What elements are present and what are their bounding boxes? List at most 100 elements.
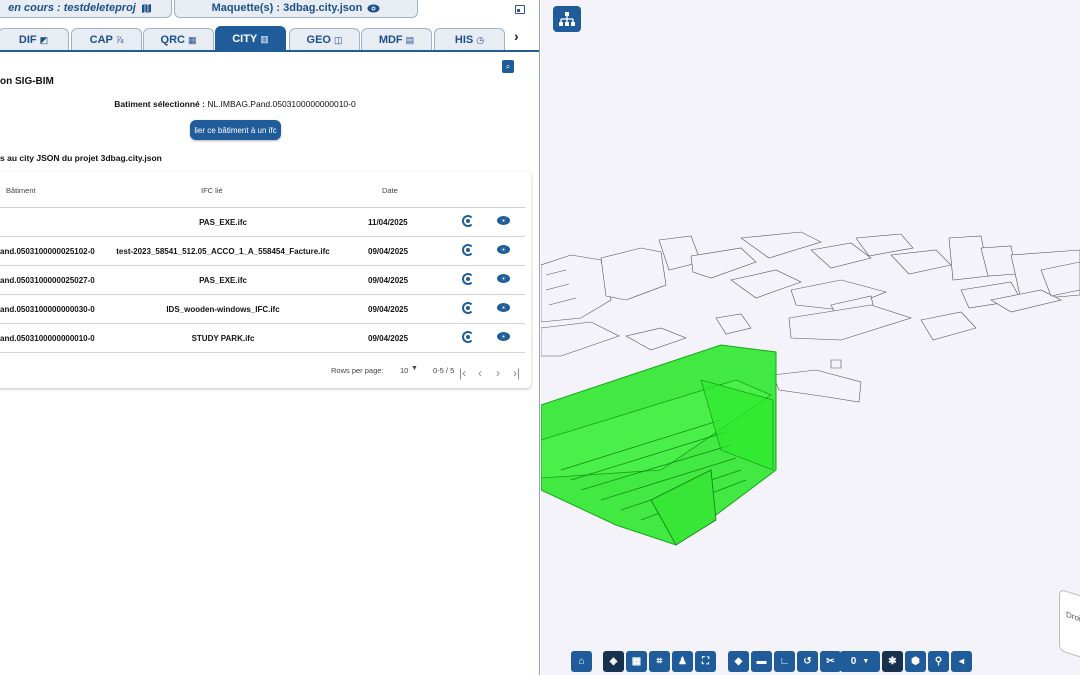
maquette-button[interactable]: Maquette(s) : 3dbag.city.json	[174, 0, 418, 18]
cube-icon[interactable]: ◈	[603, 651, 624, 672]
undo-icon[interactable]: ↺	[797, 651, 818, 672]
page-range: 0-5 / 5	[433, 366, 455, 375]
tab-qrc[interactable]: QRC ▦	[143, 28, 214, 51]
tab-dif-label: DIF	[18, 34, 37, 46]
project-button[interactable]: en cours : testdeleteproj	[0, 0, 172, 18]
eye-icon	[367, 4, 380, 12]
scissors-icon[interactable]: ✂	[820, 651, 841, 672]
viewer-toolbar: ⌂ ◈ ▦ ⌗ ♟ ⛶ ◆ ▬ ∟ ↺ ✂ 0 ▼ ✱ ⬢ ⚲ ◂	[541, 651, 1080, 674]
locate-icon[interactable]	[462, 215, 474, 227]
cell-date: 11/04/2025	[368, 218, 408, 227]
highlighted-building[interactable]	[541, 344, 777, 546]
tab-qrc-label: QRC	[160, 34, 185, 46]
cell-batiment: and.0503100000000030-0	[0, 305, 95, 314]
selected-building-label: Batiment sélectionné :	[114, 99, 205, 109]
qrc-icon: ▦	[187, 34, 197, 45]
cell-date: 09/04/2025	[368, 276, 409, 285]
settings-icon[interactable]: ✱	[882, 651, 903, 672]
tab-his-label: HIS	[454, 34, 474, 46]
eye-icon[interactable]	[497, 332, 510, 341]
table-row[interactable]: and.0503100000000030-0 IDS_wooden-window…	[0, 295, 525, 324]
header-ifc[interactable]: IFC lié	[201, 186, 223, 195]
table-row[interactable]: and.0503100000025027-0 PAS_EXE.ifc 09/04…	[0, 266, 525, 295]
eraser-icon[interactable]: ◆	[728, 651, 749, 672]
cell-batiment: and.0503100000000010-0	[0, 334, 95, 343]
links-table: Bâtiment IFC lié Date PAS_EXE.ifc 11/04/…	[0, 172, 531, 388]
left-panel: en cours : testdeleteproj Maquette(s) : …	[0, 0, 540, 675]
cell-date: 09/04/2025	[368, 334, 409, 343]
links-title: s au city JSON du projet 3dbag.city.json	[0, 153, 162, 163]
table-row[interactable]: and.0503100000025102-0 test-2023_58541_5…	[0, 237, 525, 266]
mdf-icon: ▤	[405, 34, 415, 45]
tab-mdf[interactable]: MDF ▤	[361, 28, 432, 51]
city-buildings	[541, 231, 1080, 403]
city-scene[interactable]	[541, 0, 1080, 675]
eye-icon[interactable]	[497, 245, 510, 254]
history-icon: ◷	[476, 34, 485, 45]
search-document-icon[interactable]: ⌕	[502, 60, 514, 73]
dropdown-caret-icon: ▼	[862, 658, 870, 665]
select-caret-icon[interactable]: ▼	[411, 365, 418, 372]
tabs-next-chevron-icon[interactable]: ›	[514, 28, 519, 44]
structure-tree-button[interactable]	[553, 6, 581, 32]
crop-icon[interactable]: ⌗	[649, 651, 670, 672]
tab-geo[interactable]: GEO ◫	[289, 28, 360, 51]
locate-icon[interactable]	[462, 302, 474, 314]
tab-cap[interactable]: CAP ⅞	[71, 28, 142, 51]
pin-icon[interactable]: ⚲	[928, 651, 949, 672]
cell-ifc: test-2023_58541_512.05_ACCO_1_A_558454_F…	[116, 247, 330, 256]
cell-ifc: IDS_wooden-windows_IFC.ifc	[166, 305, 280, 314]
cell-date: 09/04/2025	[368, 305, 409, 314]
header-date[interactable]: Date	[382, 186, 398, 195]
prev-page-icon[interactable]: ‹	[478, 366, 482, 380]
home-icon[interactable]: ⌂	[571, 651, 592, 672]
ruler-icon[interactable]: ▬	[751, 651, 772, 672]
cell-batiment: and.0503100000025027-0	[0, 276, 95, 285]
tab-dif[interactable]: DIF ◩	[0, 28, 69, 51]
cell-batiment: and.0503100000025102-0	[0, 247, 95, 256]
table-row[interactable]: PAS_EXE.ifc 11/04/2025	[0, 208, 525, 237]
last-page-icon[interactable]: ›|	[513, 366, 520, 380]
tab-city[interactable]: CITY ▥	[215, 26, 286, 51]
cap-icon: ⅞	[115, 35, 124, 45]
tab-his[interactable]: HIS ◷	[434, 28, 505, 51]
hierarchy-icon	[559, 12, 575, 26]
grid-icon[interactable]: ▦	[626, 651, 647, 672]
map-icon	[141, 3, 151, 13]
rows-per-page-select[interactable]: 10	[400, 366, 408, 375]
selected-building: Batiment sélectionné : NL.IMBAG.Pand.050…	[0, 99, 470, 109]
frame-icon[interactable]: ⛶	[695, 651, 716, 672]
locate-icon[interactable]	[462, 331, 474, 343]
cell-ifc: PAS_EXE.ifc	[199, 218, 247, 227]
next-page-icon[interactable]: ›	[496, 366, 500, 380]
maquette-label: Maquette(s) : 3dbag.city.json	[211, 2, 363, 14]
section-title: on SIG-BIM	[0, 76, 54, 87]
box-icon[interactable]: ⬢	[905, 651, 926, 672]
minimize-window-icon[interactable]	[515, 5, 525, 14]
tab-geo-label: GEO	[306, 34, 331, 46]
clip-plane-select[interactable]: 0 ▼	[840, 651, 880, 672]
tab-underline	[0, 50, 539, 52]
eye-icon[interactable]	[497, 216, 510, 225]
locate-icon[interactable]	[462, 273, 474, 285]
angle-icon[interactable]: ∟	[774, 651, 795, 672]
cell-date: 09/04/2025	[368, 247, 409, 256]
tab-bar: DIF ◩ CAP ⅞ QRC ▦ CITY ▥ GEO ◫ MDF ▤ HIS ◷	[0, 26, 539, 51]
collapse-icon[interactable]: ◂	[951, 651, 972, 672]
link-building-ifc-button[interactable]: lier ce bâtiment à un ifc	[190, 120, 281, 140]
cell-ifc: PAS_EXE.ifc	[199, 276, 247, 285]
eye-icon[interactable]	[497, 303, 510, 312]
table-row[interactable]: and.0503100000000010-0 STUDY PARK.ifc 09…	[0, 324, 525, 353]
pagination: Rows per page: 10 ▼ 0-5 / 5 |‹ ‹ › ›|	[0, 364, 531, 380]
project-label: en cours : testdeleteproj	[8, 2, 136, 14]
viewer-3d[interactable]: Droite ⌂ ◈ ▦ ⌗ ♟ ⛶ ◆ ▬ ∟ ↺ ✂ 0 ▼ ✱ ⬢ ⚲ ◂	[541, 0, 1080, 675]
cell-ifc: STUDY PARK.ifc	[191, 334, 255, 343]
tab-city-label: CITY	[232, 33, 258, 45]
locate-icon[interactable]	[462, 244, 474, 256]
person-icon[interactable]: ♟	[672, 651, 693, 672]
header-batiment[interactable]: Bâtiment	[6, 186, 36, 195]
rows-per-page-label: Rows per page:	[331, 366, 384, 375]
first-page-icon[interactable]: |‹	[459, 366, 466, 380]
eye-icon[interactable]	[497, 274, 510, 283]
selected-building-value: NL.IMBAG.Pand.0503100000000010-0	[207, 99, 356, 109]
